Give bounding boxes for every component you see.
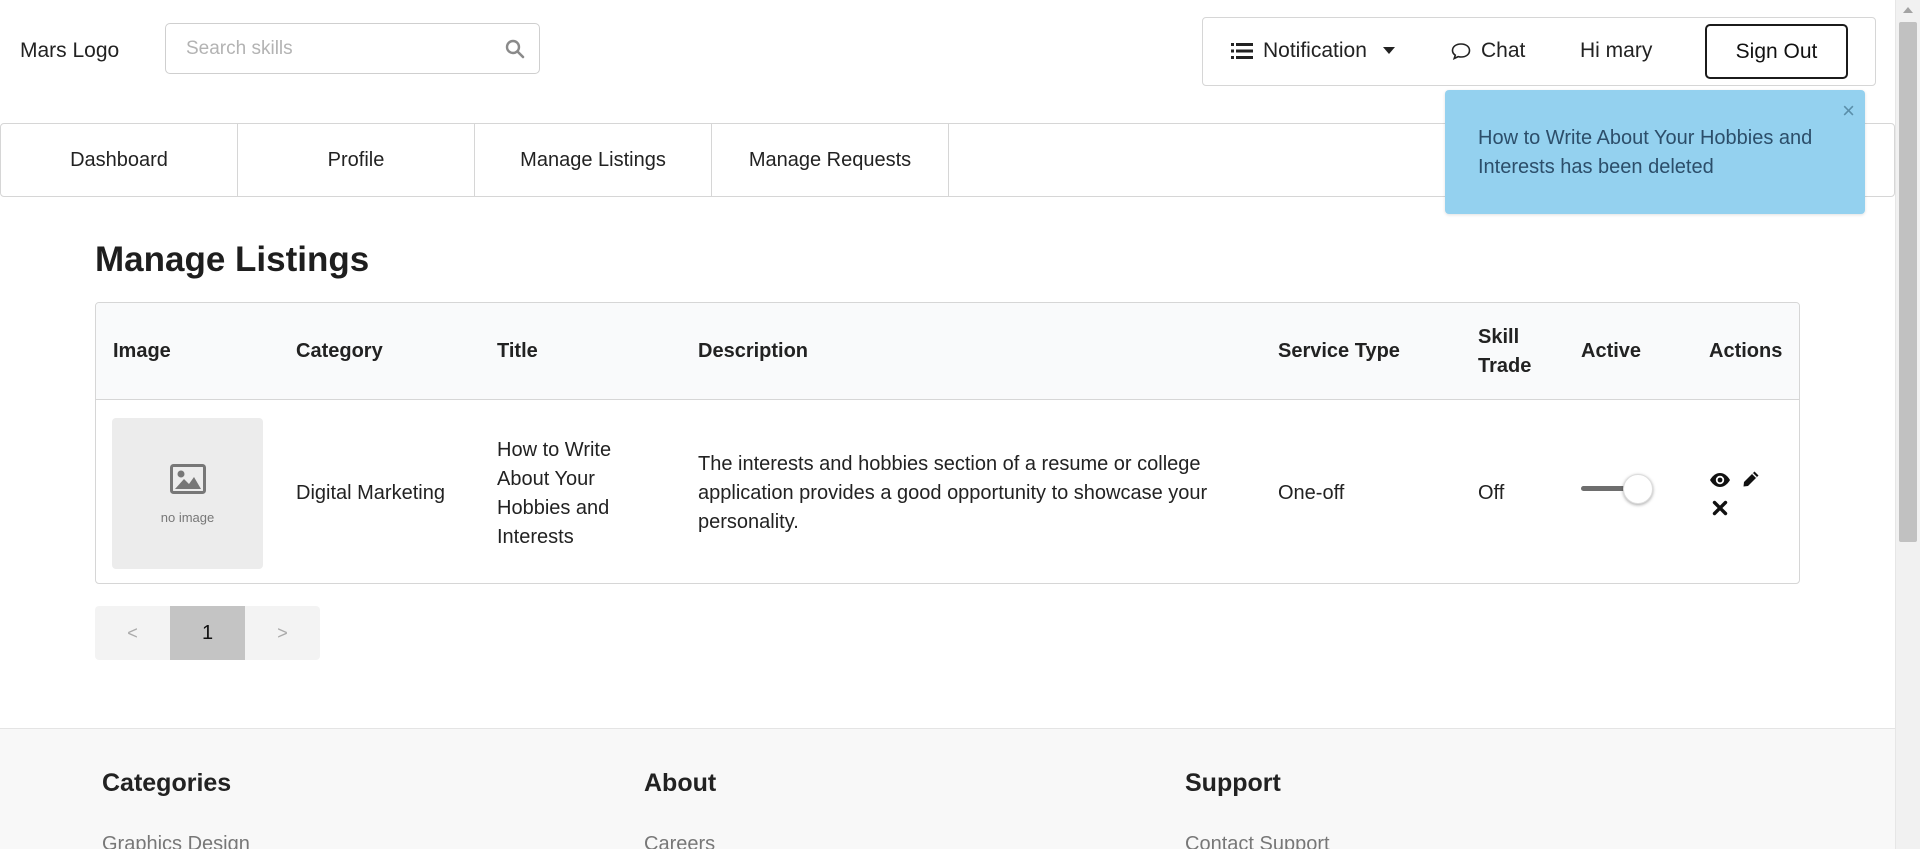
footer-link-contact-support[interactable]: Contact Support: [1185, 833, 1330, 849]
toast-message: How to Write About Your Hobbies and Inte…: [1478, 127, 1813, 178]
cell-category: Digital Marketing: [296, 482, 445, 504]
footer-heading-categories: Categories: [102, 769, 232, 797]
listings-table: Image Category Title Description Service…: [95, 302, 1800, 584]
pagination: < 1 >: [95, 606, 320, 660]
toast-notification: How to Write About Your Hobbies and Inte…: [1445, 90, 1865, 214]
tab-profile[interactable]: Profile: [238, 124, 475, 196]
header-title: Title: [497, 340, 538, 362]
footer: Categories Graphics Design About Careers…: [0, 728, 1895, 849]
vertical-scrollbar[interactable]: [1895, 0, 1920, 849]
list-icon: [1231, 43, 1253, 59]
no-image-label: no image: [160, 510, 215, 525]
search-box[interactable]: [165, 23, 540, 74]
header-service-type: Service Type: [1278, 340, 1400, 362]
cell-title: How to Write About Your Hobbies and Inte…: [497, 439, 612, 548]
footer-link-graphics-design[interactable]: Graphics Design: [102, 833, 250, 849]
header-actions: Actions: [1709, 340, 1783, 362]
chat-link[interactable]: Chat: [1451, 39, 1525, 63]
table-header: Image Category Title Description Service…: [96, 303, 1799, 400]
image-icon: [170, 464, 206, 494]
sign-out-button[interactable]: Sign Out: [1705, 24, 1848, 79]
header-active: Active: [1581, 340, 1642, 362]
header-image: Image: [113, 340, 171, 362]
header-skill-trade: Skill Trade: [1478, 326, 1532, 377]
notification-dropdown[interactable]: Notification: [1231, 39, 1395, 63]
page: Mars Logo Notification Chat Hi mary: [0, 0, 1895, 849]
prev-page-button[interactable]: <: [95, 606, 170, 660]
notification-label: Notification: [1263, 39, 1367, 62]
chat-icon: [1451, 43, 1471, 60]
page-1-button[interactable]: 1: [170, 606, 245, 660]
close-icon[interactable]: ×: [1842, 98, 1855, 124]
scroll-up-arrow-icon[interactable]: [1903, 7, 1913, 13]
header-description: Description: [698, 340, 809, 362]
search-icon[interactable]: [505, 39, 525, 59]
active-toggle[interactable]: [1581, 471, 1653, 505]
user-greeting[interactable]: Hi mary: [1580, 39, 1652, 63]
page-title: Manage Listings: [95, 240, 370, 279]
cell-description: The interests and hobbies section of a r…: [698, 453, 1208, 533]
cell-service-type: One-off: [1278, 482, 1345, 504]
cell-skill-trade: Off: [1478, 482, 1505, 504]
footer-heading-about: About: [644, 769, 717, 797]
pencil-icon[interactable]: [1742, 470, 1760, 488]
tab-manage-requests[interactable]: Manage Requests: [712, 124, 949, 196]
footer-heading-support: Support: [1185, 769, 1281, 797]
footer-link-careers[interactable]: Careers: [644, 833, 715, 849]
eye-icon[interactable]: [1709, 472, 1731, 488]
delete-icon[interactable]: [1712, 500, 1728, 516]
scrollbar-thumb[interactable]: [1899, 22, 1917, 542]
next-page-button[interactable]: >: [245, 606, 320, 660]
top-menu: Notification Chat Hi mary Sign Out: [1202, 17, 1876, 86]
toggle-knob: [1623, 474, 1653, 504]
tab-dashboard[interactable]: Dashboard: [1, 124, 238, 196]
search-input[interactable]: [186, 26, 506, 71]
header-category: Category: [296, 340, 383, 362]
site-logo[interactable]: Mars Logo: [20, 39, 119, 63]
caret-down-icon: [1382, 47, 1395, 54]
listing-image-placeholder: no image: [112, 418, 263, 569]
chat-label: Chat: [1481, 39, 1526, 62]
tab-manage-listings[interactable]: Manage Listings: [475, 124, 712, 196]
